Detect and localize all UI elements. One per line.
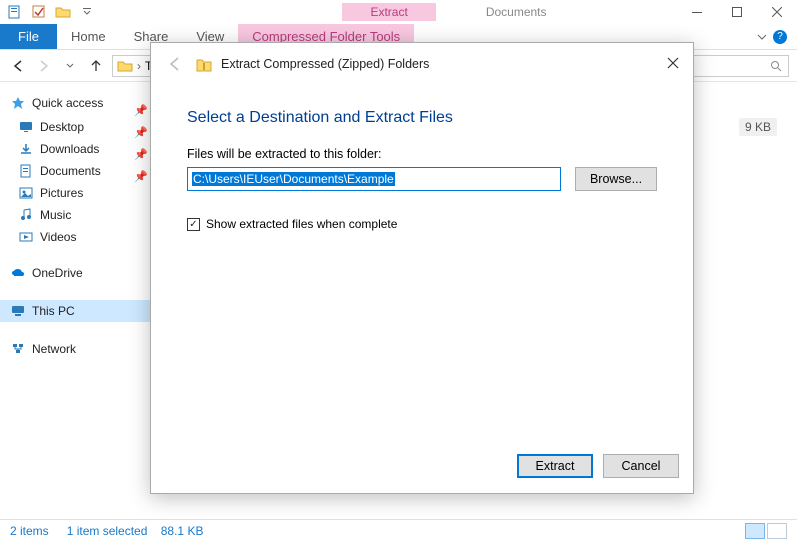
minimize-button[interactable] xyxy=(677,0,717,24)
folder-small-icon xyxy=(117,59,133,73)
nav-back-button[interactable] xyxy=(8,56,28,76)
status-bar: 2 items 1 item selected 88.1 KB xyxy=(0,519,797,541)
checkbox-icon[interactable] xyxy=(30,3,48,21)
help-icon[interactable]: ? xyxy=(773,30,787,44)
sidebar-item-desktop[interactable]: Desktop xyxy=(0,116,150,138)
downloads-icon xyxy=(18,141,34,157)
dialog-body: Select a Destination and Extract Files F… xyxy=(151,85,693,449)
pictures-icon xyxy=(18,185,34,201)
show-files-checkbox[interactable]: ✓ Show extracted files when complete xyxy=(187,217,657,231)
star-icon xyxy=(10,95,26,111)
quick-access-toolbar xyxy=(0,3,102,21)
sidebar-item-label: Music xyxy=(40,208,71,222)
videos-icon xyxy=(18,229,34,245)
sidebar-item-videos[interactable]: Videos xyxy=(0,226,150,248)
pin-icon: 📌 xyxy=(134,170,148,192)
contextual-tab-extract[interactable]: Extract xyxy=(342,3,435,21)
dialog-footer: Extract Cancel xyxy=(151,449,693,493)
nav-up-button[interactable] xyxy=(86,56,106,76)
this-pc-icon xyxy=(10,303,26,319)
qat-dropdown-icon[interactable] xyxy=(78,3,96,21)
extract-button[interactable]: Extract xyxy=(517,454,593,478)
dialog-header: Extract Compressed (Zipped) Folders xyxy=(151,43,693,85)
network-icon xyxy=(10,341,26,357)
checkbox-label: Show extracted files when complete xyxy=(206,217,397,231)
dialog-close-button[interactable] xyxy=(663,53,683,73)
pin-column: 📌 📌 📌 📌 xyxy=(134,104,148,192)
ribbon-tab-home[interactable]: Home xyxy=(57,24,120,49)
documents-icon xyxy=(18,163,34,179)
search-icon xyxy=(770,60,782,72)
sidebar-item-label: Videos xyxy=(40,230,76,244)
pin-icon: 📌 xyxy=(134,148,148,170)
pin-icon: 📌 xyxy=(134,104,148,126)
dialog-back-button[interactable] xyxy=(163,52,187,76)
details-view-button[interactable] xyxy=(745,523,765,539)
ribbon-expand-icon[interactable] xyxy=(757,32,767,42)
breadcrumb-separator-icon[interactable]: › xyxy=(137,59,141,73)
close-button[interactable] xyxy=(757,0,797,24)
dialog-heading: Select a Destination and Extract Files xyxy=(187,109,657,127)
extract-path-value: C:\Users\IEUser\Documents\Example xyxy=(192,172,395,186)
view-switcher xyxy=(745,523,787,539)
sidebar-item-label: Downloads xyxy=(40,142,99,156)
contextual-tab-header: Extract Documents xyxy=(102,3,677,21)
sidebar-label: Network xyxy=(32,342,76,356)
sidebar-network[interactable]: Network xyxy=(0,338,150,360)
large-icons-view-button[interactable] xyxy=(767,523,787,539)
status-item-count: 2 items xyxy=(10,524,49,538)
properties-icon[interactable] xyxy=(6,3,24,21)
status-selection: 1 item selected 88.1 KB xyxy=(67,524,204,538)
window-controls xyxy=(677,0,797,24)
zip-folder-icon xyxy=(195,55,213,73)
sidebar-item-downloads[interactable]: Downloads xyxy=(0,138,150,160)
path-label: Files will be extracted to this folder: xyxy=(187,147,657,161)
sidebar-quick-access[interactable]: Quick access xyxy=(0,92,150,114)
file-size-cell: 9 KB xyxy=(739,118,777,136)
ribbon-file-tab[interactable]: File xyxy=(0,24,57,49)
sidebar-item-documents[interactable]: Documents xyxy=(0,160,150,182)
nav-forward-button[interactable] xyxy=(34,56,54,76)
sidebar-onedrive[interactable]: OneDrive xyxy=(0,262,150,284)
desktop-icon xyxy=(18,119,34,135)
music-icon xyxy=(18,207,34,223)
sidebar-item-music[interactable]: Music xyxy=(0,204,150,226)
sidebar-label: This PC xyxy=(32,304,75,318)
sidebar-item-label: Documents xyxy=(40,164,101,178)
browse-button[interactable]: Browse... xyxy=(575,167,657,191)
cancel-button[interactable]: Cancel xyxy=(603,454,679,478)
extract-path-input[interactable]: C:\Users\IEUser\Documents\Example xyxy=(187,167,561,191)
maximize-button[interactable] xyxy=(717,0,757,24)
pin-icon: 📌 xyxy=(134,126,148,148)
title-bar: Extract Documents xyxy=(0,0,797,24)
folder-icon[interactable] xyxy=(54,3,72,21)
onedrive-icon xyxy=(10,265,26,281)
sidebar-label: Quick access xyxy=(32,96,103,110)
sidebar-label: OneDrive xyxy=(32,266,83,280)
nav-recent-dropdown[interactable] xyxy=(60,56,80,76)
navigation-pane: Quick access Desktop Downloads Documents… xyxy=(0,82,150,519)
sidebar-this-pc[interactable]: This PC xyxy=(0,300,150,322)
extract-dialog: Extract Compressed (Zipped) Folders Sele… xyxy=(150,42,694,494)
sidebar-item-label: Pictures xyxy=(40,186,83,200)
location-title: Documents xyxy=(476,3,557,21)
sidebar-item-label: Desktop xyxy=(40,120,84,134)
sidebar-item-pictures[interactable]: Pictures xyxy=(0,182,150,204)
dialog-title: Extract Compressed (Zipped) Folders xyxy=(221,57,429,71)
checkbox-icon: ✓ xyxy=(187,218,200,231)
